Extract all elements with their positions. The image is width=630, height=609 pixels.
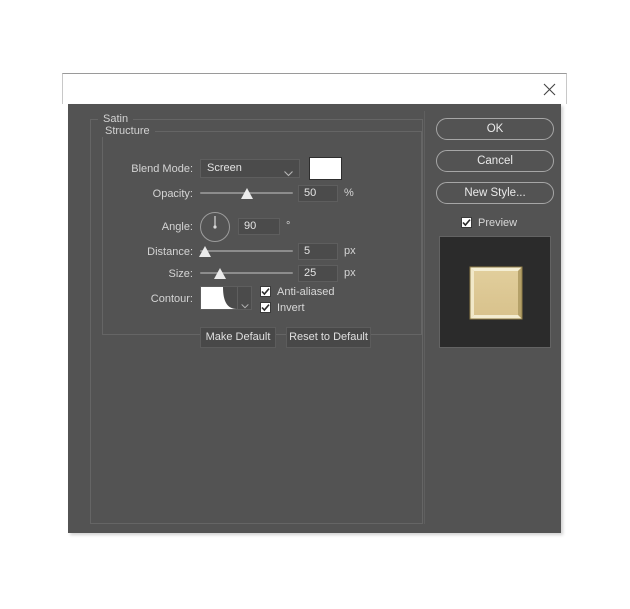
distance-row: Distance: 5 px — [90, 242, 423, 262]
style-preview-thumbnail — [439, 236, 551, 348]
opacity-row: Opacity: 50 % — [90, 184, 423, 204]
distance-label-col: Distance: — [90, 242, 193, 262]
angle-row: Angle: 90 ° — [90, 211, 423, 243]
structure-group-label: Structure — [100, 126, 155, 137]
layer-style-dialog: Satin Structure Blend Mode: Screen Opaci… — [68, 104, 561, 533]
invert-label: Invert — [277, 301, 305, 314]
size-input[interactable]: 25 — [298, 265, 338, 282]
preview-checkbox[interactable]: Preview — [461, 215, 517, 230]
size-row: Size: 25 px — [90, 264, 423, 284]
distance-slider[interactable] — [198, 245, 293, 259]
opacity-input[interactable]: 50 — [298, 185, 338, 202]
checkbox-box — [461, 217, 472, 228]
contour-row: Contour: Anti-aliased Invert — [90, 284, 423, 315]
layer-style-window: Satin Structure Blend Mode: Screen Opaci… — [62, 73, 567, 533]
angle-label-col: Angle: — [90, 211, 193, 243]
checkbox-box — [260, 302, 271, 313]
size-slider[interactable] — [200, 267, 293, 281]
checkbox-box — [260, 286, 271, 297]
distance-input[interactable]: 5 — [298, 243, 338, 260]
opacity-label: Opacity: — [152, 188, 193, 200]
size-label-col: Size: — [90, 264, 193, 284]
angle-dial[interactable] — [200, 212, 230, 242]
contour-dropdown-button[interactable] — [238, 286, 252, 310]
satin-group-label: Satin — [98, 114, 134, 125]
dialog-actions-pane: OK Cancel New Style... Preview — [434, 111, 554, 524]
contour-label-col: Contour: — [90, 286, 193, 312]
opacity-unit: % — [344, 187, 354, 199]
blend-mode-value: Screen — [207, 162, 242, 174]
anti-aliased-label: Anti-aliased — [277, 285, 335, 298]
size-slider-thumb[interactable] — [214, 268, 227, 279]
distance-unit: px — [344, 245, 356, 257]
opacity-slider[interactable] — [200, 187, 293, 201]
pane-divider — [424, 111, 425, 524]
chevron-down-icon — [241, 296, 249, 314]
angle-unit: ° — [286, 220, 291, 232]
anti-aliased-checkbox[interactable]: Anti-aliased — [260, 284, 334, 299]
window-titlebar — [62, 73, 567, 104]
contour-preview[interactable] — [200, 286, 238, 310]
size-label: Size: — [168, 268, 193, 280]
preview-label: Preview — [478, 216, 518, 229]
blend-mode-row: Blend Mode: Screen — [90, 157, 423, 180]
distance-slider-thumb[interactable] — [198, 246, 211, 257]
contour-label: Contour: — [150, 293, 193, 305]
blend-mode-select[interactable]: Screen — [200, 159, 300, 178]
distance-label: Distance: — [147, 246, 193, 258]
make-default-button[interactable]: Make Default — [200, 327, 276, 348]
invert-checkbox[interactable]: Invert — [260, 300, 305, 315]
new-style-button[interactable]: New Style... — [436, 182, 554, 204]
close-icon[interactable] — [538, 79, 560, 100]
satin-color-swatch[interactable] — [309, 157, 342, 180]
distance-slider-track — [200, 250, 293, 252]
screen-root: Satin Structure Blend Mode: Screen Opaci… — [0, 0, 630, 609]
reset-to-default-button[interactable]: Reset to Default — [286, 327, 371, 348]
satin-settings-pane: Satin Structure Blend Mode: Screen Opaci… — [90, 111, 423, 524]
preview-shape — [469, 266, 523, 320]
size-unit: px — [344, 267, 356, 279]
ok-button[interactable]: OK — [436, 118, 554, 140]
angle-input[interactable]: 90 — [238, 218, 280, 235]
blend-mode-label: Blend Mode: — [131, 163, 193, 175]
opacity-label-col: Opacity: — [90, 184, 193, 204]
chevron-down-icon — [284, 166, 293, 183]
cancel-button[interactable]: Cancel — [436, 150, 554, 172]
blend-mode-label-col: Blend Mode: — [90, 159, 193, 179]
angle-label: Angle: — [161, 221, 193, 233]
opacity-slider-thumb[interactable] — [240, 188, 253, 199]
